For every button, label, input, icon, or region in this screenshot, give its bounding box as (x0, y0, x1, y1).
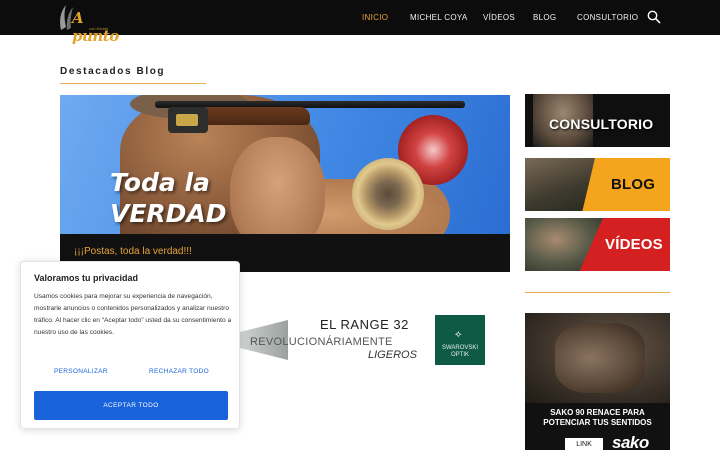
logo-tagline: con Michel Coya (89, 26, 109, 36)
ad-line1: EL RANGE 32 (320, 317, 409, 332)
featured-post[interactable]: Toda la VERDAD ¡¡¡Postas, toda la verdad… (60, 95, 510, 272)
accept-all-button[interactable]: ACEPTAR TODO (34, 391, 228, 420)
cookie-consent-panel: Valoramos tu privacidad Usamos cookies p… (20, 261, 240, 429)
swarovski-logo: ⟡ SWAROVSKI OPTIK (435, 315, 485, 365)
nav-consultorio[interactable]: CONSULTORIO (577, 13, 638, 22)
nav-blog[interactable]: BLOG (533, 13, 556, 22)
featured-headline: Toda la VERDAD (110, 168, 227, 228)
hawk-icon: ⟡ (455, 329, 462, 340)
sidebar-divider (525, 292, 670, 293)
reject-all-button[interactable]: RECHAZAR TODO (149, 368, 209, 375)
section-title: Destacados Blog (60, 66, 166, 77)
sidebar-tile-videos[interactable]: VÍDEOS (525, 218, 670, 271)
nav-videos[interactable]: VÍDEOS (483, 13, 515, 22)
featured-caption[interactable]: ¡¡¡Postas, toda la verdad!!! (74, 246, 192, 257)
cookie-title: Valoramos tu privacidad (34, 273, 139, 283)
sako-link-button[interactable]: LINK (565, 438, 603, 450)
search-icon[interactable] (647, 10, 661, 24)
nav-inicio[interactable]: INICIO (362, 13, 388, 22)
rifle-image (555, 323, 645, 393)
customize-button[interactable]: PERSONALIZAR (54, 368, 108, 375)
sako-logo: sako (612, 433, 649, 450)
ad-line2: REVOLUCIONÁRIAMENTE (250, 336, 393, 348)
ad-line3: LIGEROS (368, 349, 417, 361)
sako-ad-text: SAKO 90 RENACE PARA POTENCIAR TUS SENTID… (543, 408, 652, 427)
section-underline (60, 83, 206, 84)
swarovski-ad-banner[interactable]: EL RANGE 32 REVOLUCIONÁRIAMENTE LIGEROS … (240, 315, 485, 365)
sako-ad[interactable]: SAKO 90 RENACE PARA POTENCIAR TUS SENTID… (525, 313, 670, 450)
site-header: A punto con Michel Coya INICIO MICHEL CO… (0, 0, 720, 45)
site-logo[interactable]: A punto con Michel Coya (58, 3, 119, 45)
shotgun-shell-brass (352, 158, 424, 230)
cookie-description: Usamos cookies para mejorar su experienc… (34, 293, 232, 336)
nav-michel-coya[interactable]: MICHEL COYA (410, 13, 468, 22)
sidebar-tile-blog[interactable]: BLOG (525, 158, 670, 211)
sidebar-tile-consultorio[interactable]: CONSULTORIO (525, 94, 670, 147)
